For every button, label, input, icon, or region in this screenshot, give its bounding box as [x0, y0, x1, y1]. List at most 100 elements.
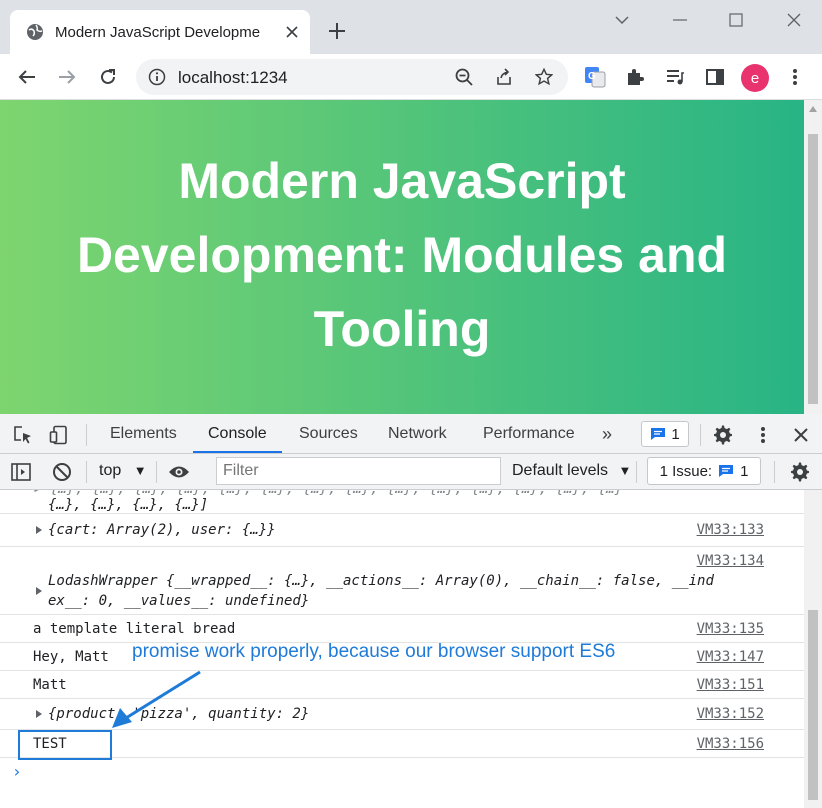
- page-title: Modern JavaScript Development: Modules a…: [76, 153, 728, 357]
- devtools-separator: [86, 424, 87, 446]
- console-message: Hey, Matt: [33, 649, 109, 665]
- settings-gear-icon[interactable]: [712, 424, 734, 446]
- console-scrollbar-thumb[interactable]: [808, 610, 818, 800]
- reload-icon[interactable]: [95, 64, 121, 90]
- page-scrollbar[interactable]: [804, 100, 822, 414]
- log-levels-dropdown[interactable]: Default levels ▼: [512, 462, 631, 480]
- tab-search-chevron-icon[interactable]: [608, 8, 636, 32]
- close-window-icon[interactable]: [780, 8, 808, 32]
- messages-badge[interactable]: 1: [641, 421, 689, 447]
- expand-triangle-icon[interactable]: [36, 587, 42, 595]
- devtools-separator: [156, 461, 157, 483]
- page-hero: Modern JavaScript Development: Modules a…: [0, 100, 804, 414]
- source-link[interactable]: VM33:133: [697, 522, 764, 538]
- media-queue-icon[interactable]: [664, 66, 686, 88]
- tab-sources[interactable]: Sources: [299, 414, 358, 454]
- context-value: top: [99, 462, 122, 479]
- globe-icon: [26, 23, 44, 41]
- console-message: ▸ {…}, {…}, {…}, {…}, {…}, {…}, {…}, {…}…: [33, 490, 623, 497]
- google-translate-icon[interactable]: G: [584, 66, 606, 88]
- url-text: localhost:1234: [178, 68, 288, 87]
- inspect-element-icon[interactable]: [12, 424, 34, 446]
- source-link[interactable]: VM33:156: [697, 736, 764, 752]
- back-arrow-icon[interactable]: [14, 64, 40, 90]
- console-row[interactable]: TEST VM33:156: [0, 730, 804, 758]
- devtools-separator: [636, 461, 637, 483]
- page-scrollbar-thumb[interactable]: [808, 134, 818, 404]
- browser-menu-kebab-icon[interactable]: [784, 66, 806, 88]
- console-settings-gear-icon[interactable]: [789, 461, 811, 483]
- zoom-icon[interactable]: [454, 67, 474, 87]
- console-row[interactable]: VM33:134 LodashWrapper {__wrapped__: {…}…: [0, 547, 804, 615]
- address-bar[interactable]: localhost:1234: [136, 59, 568, 95]
- dropdown-caret-icon: ▼: [133, 463, 147, 478]
- console-row[interactable]: {product: 'pizza', quantity: 2} VM33:152: [0, 699, 804, 730]
- annotation-text: promise work properly, because our brows…: [132, 641, 616, 662]
- console-prompt[interactable]: ›: [12, 762, 22, 781]
- source-link[interactable]: VM33:152: [697, 706, 764, 722]
- message-icon: [650, 427, 666, 441]
- clear-console-icon[interactable]: [51, 461, 73, 483]
- issues-count: 1: [740, 462, 749, 480]
- device-toolbar-icon[interactable]: [48, 424, 70, 446]
- source-link[interactable]: VM33:135: [697, 621, 764, 637]
- svg-text:G: G: [588, 71, 596, 82]
- bookmark-star-icon[interactable]: [534, 67, 554, 87]
- console-message: {cart: Array(2), user: {…}}: [48, 522, 276, 538]
- annotation-highlight-box: [18, 730, 112, 760]
- issues-label: 1 Issue:: [659, 462, 713, 480]
- browser-toolbar: localhost:1234 G e: [0, 54, 822, 100]
- devtools-tabbar: Elements Console Sources Network Perform…: [0, 414, 822, 454]
- context-selector[interactable]: top ▼: [99, 462, 147, 480]
- scroll-up-arrow-icon[interactable]: [809, 106, 817, 112]
- devtools-separator: [86, 461, 87, 483]
- minimize-icon[interactable]: [666, 8, 694, 32]
- tab-console[interactable]: Console: [193, 414, 282, 453]
- console-row[interactable]: ▸ {…}, {…}, {…}, {…}, {…}, {…}, {…}, {…}…: [0, 490, 804, 514]
- console-message: Matt: [33, 677, 67, 693]
- close-devtools-icon[interactable]: [791, 425, 811, 445]
- console-message: a template literal bread: [33, 621, 236, 637]
- devtools-separator: [700, 424, 701, 446]
- tab-elements[interactable]: Elements: [110, 414, 177, 454]
- log-levels-label: Default levels: [512, 462, 609, 479]
- share-icon[interactable]: [494, 67, 514, 87]
- tab-network[interactable]: Network: [388, 414, 447, 454]
- tab-strip: Modern JavaScript Developme: [0, 0, 822, 54]
- maximize-icon[interactable]: [722, 8, 750, 32]
- dropdown-caret-icon: ▼: [618, 463, 632, 478]
- issue-message-icon: [718, 464, 734, 478]
- more-tabs-button[interactable]: »: [602, 414, 612, 454]
- console-row[interactable]: a template literal bread VM33:135: [0, 615, 804, 643]
- tab-performance[interactable]: Performance: [483, 414, 575, 454]
- show-sidebar-icon[interactable]: [10, 461, 32, 483]
- close-tab-icon[interactable]: [284, 24, 300, 40]
- devtools-kebab-icon[interactable]: [754, 424, 772, 446]
- console-toolbar: top ▼ Default levels ▼ 1 Issue: 1: [0, 454, 822, 490]
- browser-tab[interactable]: Modern JavaScript Developme: [10, 10, 310, 54]
- console-row[interactable]: {cart: Array(2), user: {…}} VM33:133: [0, 514, 804, 547]
- console-scrollbar[interactable]: [804, 490, 822, 808]
- site-info-icon[interactable]: [148, 68, 166, 86]
- extensions-puzzle-icon[interactable]: [624, 66, 646, 88]
- console-message: {…}, {…}, {…}, {…}]: [48, 497, 209, 513]
- side-panel-icon[interactable]: [704, 66, 726, 88]
- console-filter-input[interactable]: [216, 457, 501, 485]
- console-row[interactable]: Matt VM33:151: [0, 671, 804, 699]
- source-link[interactable]: VM33:151: [697, 677, 764, 693]
- source-link[interactable]: VM33:134: [697, 553, 764, 569]
- console-message: {product: 'pizza', quantity: 2}: [48, 706, 310, 722]
- browser-window: Modern JavaScript Developme localhost:12…: [0, 0, 822, 808]
- new-tab-plus-icon[interactable]: [326, 20, 348, 42]
- live-expression-eye-icon[interactable]: [167, 462, 191, 482]
- source-link[interactable]: VM33:147: [697, 649, 764, 665]
- console-message: ex__: 0, __values__: undefined}: [48, 593, 310, 609]
- tab-title: Modern JavaScript Developme: [55, 23, 261, 41]
- console-message: LodashWrapper {__wrapped__: {…}, __actio…: [48, 573, 714, 589]
- expand-triangle-icon[interactable]: [36, 710, 42, 718]
- issues-button[interactable]: 1 Issue: 1: [647, 457, 761, 485]
- expand-triangle-icon[interactable]: [36, 526, 42, 534]
- profile-avatar[interactable]: e: [741, 64, 769, 92]
- devtools-separator: [774, 461, 775, 483]
- forward-arrow-icon[interactable]: [54, 64, 80, 90]
